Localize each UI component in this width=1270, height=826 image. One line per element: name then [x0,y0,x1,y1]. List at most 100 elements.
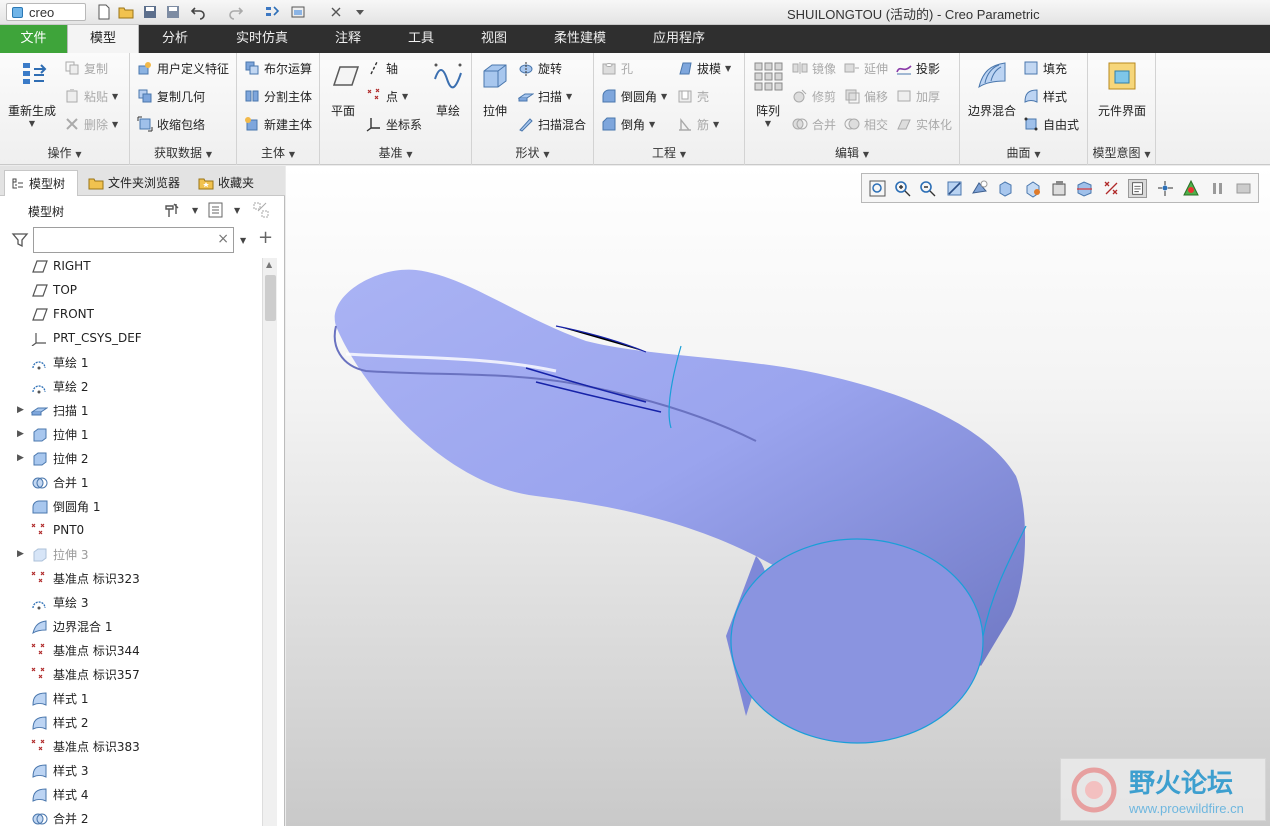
tree-item[interactable]: 样式 3 [0,758,262,782]
new-body-button[interactable]: 新建主体 [244,113,312,135]
shrinkwrap-button[interactable]: 收缩包络 [137,113,205,135]
group-label-shapes[interactable]: 形状 ▼ [472,144,593,161]
tree-item[interactable]: TOP [0,278,262,302]
tree-item[interactable]: FRONT [0,302,262,326]
tree-item[interactable]: 基准点 标识383 [0,734,262,758]
tab-annotate[interactable]: 注释 [313,25,383,53]
graphics-viewport[interactable]: 野火论坛 www.proewildfire.cn [286,166,1270,826]
tab-analysis[interactable]: 分析 [139,25,211,53]
tree-item[interactable]: 草绘 3 [0,590,262,614]
fill-button[interactable]: 填充 [1023,57,1067,79]
filter-icon[interactable] [11,231,29,249]
tree-item[interactable]: ▶ 扫描 1 [0,398,262,422]
freestyle-button[interactable]: 自由式 [1023,113,1079,135]
expand-arrow-icon[interactable]: ▶ [17,429,24,439]
csys-button[interactable]: 坐标系 [366,113,422,135]
tree-item[interactable]: 倒圆角 1 [0,494,262,518]
group-label-operations[interactable]: 操作 ▼ [0,144,129,161]
regenerate-quick-icon[interactable] [264,4,280,21]
extend-button[interactable]: 延伸 [844,57,888,79]
pattern-dropdown-icon[interactable]: ▼ [751,119,785,128]
rib-button[interactable]: 筋 ▼ [677,113,719,135]
customize-toolbar-icon[interactable] [352,4,368,21]
open-folder-icon[interactable] [118,4,134,21]
tree-item[interactable]: 边界混合 1 [0,614,262,638]
component-interface-button[interactable]: 元件界面 [1092,59,1152,119]
solidify-button[interactable]: 实体化 [896,113,952,135]
tree-item[interactable]: 草绘 2 [0,374,262,398]
tab-model-tree[interactable]: 模型树 [4,170,78,196]
hole-button[interactable]: 孔 [601,57,633,79]
show-columns-icon[interactable] [207,201,225,219]
tree-scrollbar[interactable]: ▲ [262,258,277,826]
tree-item[interactable]: PRT_CSYS_DEF [0,326,262,350]
tree-item[interactable]: 合并 1 [0,470,262,494]
regenerate-dropdown-icon[interactable]: ▼ [4,119,60,128]
revolve-button[interactable]: 旋转 [518,57,562,79]
search-dropdown-icon[interactable]: ▼ [240,236,246,245]
tree-item[interactable]: 合并 2 [0,806,262,826]
scroll-up-icon[interactable]: ▲ [266,260,272,269]
regenerate-button[interactable]: 重新生成 ▼ [4,59,60,128]
split-body-button[interactable]: 分割主体 [244,85,312,107]
tree-item[interactable]: 样式 2 [0,710,262,734]
style-button[interactable]: 样式 [1023,85,1067,107]
undo-icon[interactable] [190,4,206,21]
group-label-body[interactable]: 主体 ▼ [237,144,319,161]
expand-arrow-icon[interactable]: ▶ [17,549,24,559]
expand-arrow-icon[interactable]: ▶ [17,453,24,463]
tree-settings-icon[interactable] [163,201,181,219]
clear-search-icon[interactable]: × [217,231,229,247]
scrollbar-thumb[interactable] [265,275,276,321]
tree-item[interactable]: 基准点 标识323 [0,566,262,590]
tree-filter-disabled-icon[interactable] [252,201,272,219]
group-label-surfaces[interactable]: 曲面 ▼ [960,144,1087,161]
tree-search-input[interactable]: × [33,227,234,253]
tree-item[interactable]: 样式 1 [0,686,262,710]
tab-file[interactable]: 文件 [0,25,67,53]
tab-model[interactable]: 模型 [67,25,139,53]
point-button[interactable]: 点 ▼ [366,85,408,107]
faucet-model[interactable] [286,166,1270,826]
windows-icon[interactable] [290,4,306,21]
tab-tools[interactable]: 工具 [383,25,459,53]
tab-flexible-modeling[interactable]: 柔性建模 [529,25,631,53]
pattern-button[interactable]: 阵列 ▼ [751,59,785,128]
tree-item[interactable]: 草绘 1 [0,350,262,374]
boolean-button[interactable]: 布尔运算 [244,57,312,79]
swept-blend-button[interactable]: 扫描混合 [518,113,586,135]
intersect-button[interactable]: 相交 [844,113,888,135]
redo-icon[interactable] [228,4,244,21]
merge-button[interactable]: 合并 [792,113,836,135]
tree-item[interactable]: 基准点 标识344 [0,638,262,662]
show-dropdown-icon[interactable]: ▼ [234,206,240,215]
trim-button[interactable]: 修剪 [792,85,836,107]
copy-button[interactable]: 复制 [64,57,108,79]
tab-folder-browser[interactable]: 文件夹浏览器 [82,170,187,196]
tab-live-simulation[interactable]: 实时仿真 [211,25,313,53]
tab-favorites[interactable]: 收藏夹 [192,170,262,196]
group-label-engineering[interactable]: 工程 ▼ [594,144,744,161]
group-label-model-intent[interactable]: 模型意图 ▼ [1088,144,1155,161]
new-file-icon[interactable] [96,4,112,21]
udf-button[interactable]: 用户定义特征 [137,57,229,79]
save-as-icon[interactable] [165,4,181,21]
expand-arrow-icon[interactable]: ▶ [17,405,24,415]
group-label-datum[interactable]: 基准 ▼ [320,144,471,161]
sweep-button[interactable]: 扫描 ▼ [518,85,572,107]
tab-applications[interactable]: 应用程序 [631,25,727,53]
round-button[interactable]: 倒圆角 ▼ [601,85,667,107]
delete-button[interactable]: 删除 ▼ [64,113,118,135]
draft-button[interactable]: 拔模 ▼ [677,57,731,79]
mirror-button[interactable]: 镜像 [792,57,836,79]
shell-button[interactable]: 壳 [677,85,709,107]
tree-item[interactable]: ▶ 拉伸 1 [0,422,262,446]
extrude-button[interactable]: 拉伸 [476,59,514,119]
tree-item[interactable]: RIGHT [0,254,262,278]
axis-button[interactable]: 轴 [366,57,398,79]
copy-geometry-button[interactable]: 复制几何 [137,85,205,107]
save-icon[interactable] [142,4,158,21]
tree-item[interactable]: 基准点 标识357 [0,662,262,686]
plane-button[interactable]: 平面 [325,59,361,119]
chamfer-button[interactable]: 倒角 ▼ [601,113,655,135]
